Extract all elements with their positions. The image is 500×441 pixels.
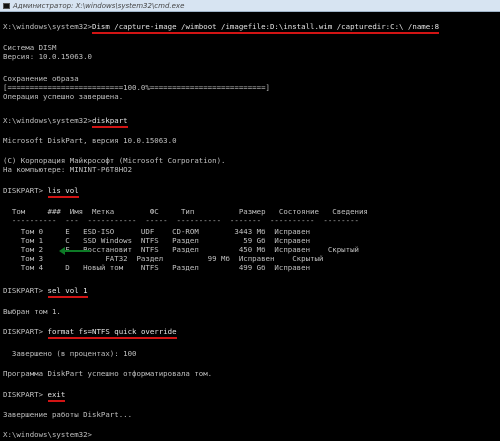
prompt: DISKPART>	[3, 327, 48, 336]
exit-command: exit	[47, 390, 66, 399]
output-line: Операция успешно завершена.	[3, 92, 124, 101]
volume-table-header: Том ### Имя Метка ФС Тип Размер Состояни…	[3, 207, 368, 216]
volume-row: Том 4 D Новый том NTFS Раздел 499 Gб Исп…	[3, 263, 311, 272]
prompt: X:\windows\system32>	[3, 116, 92, 125]
console-output[interactable]: X:\windows\system32>Dism /capture-image …	[0, 12, 500, 441]
output-line: Версия: 10.0.15063.0	[3, 52, 92, 61]
sel-command-line: DISKPART> sel vol 1	[3, 286, 88, 295]
output-line: Система DISM	[3, 43, 57, 52]
volume-row: Том 2 F Восстановит NTFS Раздел 450 Mб И…	[3, 245, 359, 254]
lis-command-line: DISKPART> lis vol	[3, 186, 79, 195]
window-titlebar[interactable]: Администратор: X:\windows\system32\cmd.e…	[0, 0, 500, 12]
cmd-icon	[3, 2, 10, 9]
format-command: format fs=NTFS quick override	[47, 327, 177, 336]
arrow-annotation-icon	[59, 247, 90, 255]
diskpart-command: diskpart	[92, 116, 128, 125]
progress-bar-text: [==========================100.0%=======…	[3, 83, 270, 92]
sel-command: sel vol 1	[47, 286, 88, 295]
output-line: На компьютере: MININT-P6T8HO2	[3, 165, 133, 174]
diskpart-command-line: X:\windows\system32>diskpart	[3, 116, 128, 125]
final-prompt: X:\windows\system32>	[3, 430, 92, 439]
window-title: Администратор: X:\windows\system32\cmd.e…	[13, 1, 185, 10]
exit-command-line: DISKPART> exit	[3, 390, 65, 399]
output-line: Выбран том 1.	[3, 307, 61, 316]
output-line: Завершение работы DiskPart...	[3, 410, 133, 419]
prompt: DISKPART>	[3, 186, 48, 195]
dism-command: Dism /capture-image /wimboot /imagefile:…	[92, 22, 440, 31]
prompt: DISKPART>	[3, 390, 48, 399]
output-line: (C) Корпорация Майкрософт (Microsoft Cor…	[3, 156, 226, 165]
output-line: Сохранение образа	[3, 74, 79, 83]
volume-row: Том 1 C SSD Windows NTFS Раздел 59 Gб Ис…	[3, 236, 311, 245]
prompt: DISKPART>	[3, 286, 48, 295]
output-line: Завершено (в процентах): 100	[3, 349, 137, 358]
prompt: X:\windows\system32>	[3, 22, 92, 31]
output-line: Программа DiskPart успешно отформатирова…	[3, 369, 213, 378]
volume-row: Том 0 E ESD-ISO UDF CD-ROM 3443 Mб Испра…	[3, 227, 311, 236]
volume-row: Том 3 FAT32 Раздел 99 Mб Исправен Скрыты…	[3, 254, 324, 263]
format-command-line: DISKPART> format fs=NTFS quick override	[3, 327, 177, 336]
output-line: Microsoft DiskPart, версия 10.0.15063.0	[3, 136, 177, 145]
lis-command: lis vol	[47, 186, 79, 195]
volume-table-separator: ---------- --- ----------- ----- -------…	[3, 216, 359, 225]
dism-command-line: X:\windows\system32>Dism /capture-image …	[3, 22, 439, 31]
